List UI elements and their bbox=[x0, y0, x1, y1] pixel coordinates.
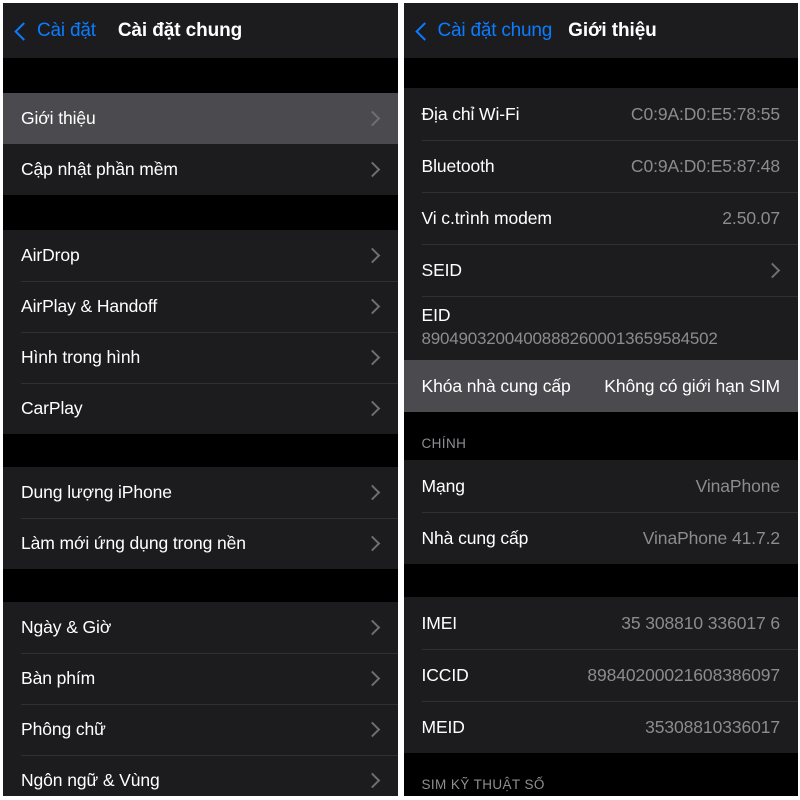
row-value: VinaPhone bbox=[695, 475, 781, 496]
right-screen-about: Cài đặt chung Giới thiệu Địa chỉ Wi-Fi C… bbox=[403, 3, 798, 796]
row-label: EID bbox=[421, 305, 451, 325]
row-label: Bluetooth bbox=[421, 155, 495, 176]
row-label: Giới thiệu bbox=[21, 108, 96, 128]
group-gap-1 bbox=[3, 195, 398, 230]
chevron-right-icon bbox=[364, 298, 380, 315]
chevron-right-icon bbox=[364, 772, 380, 789]
right-back-button[interactable]: Cài đặt chung bbox=[414, 19, 553, 42]
sidebar-item-ban-phim[interactable]: Bàn phím bbox=[3, 653, 398, 704]
chevron-right-icon bbox=[364, 619, 380, 636]
left-group-3: Dung lượng iPhone Làm mới ứng dụng trong… bbox=[3, 467, 398, 569]
row-value: C0:9A:D0:E5:78:55 bbox=[630, 103, 780, 124]
chevron-left-icon bbox=[14, 21, 33, 41]
right-back-label: Cài đặt chung bbox=[437, 19, 553, 41]
left-back-button[interactable]: Cài đặt bbox=[14, 19, 96, 42]
left-screen-general-settings: Cài đặt Cài đặt chung Giới thiệu Cập nhậ… bbox=[3, 3, 398, 796]
row-label: ICCID bbox=[421, 664, 469, 685]
row-label: Nhà cung cấp bbox=[421, 527, 529, 548]
row-label: Làm mới ứng dụng trong nền bbox=[21, 533, 246, 553]
chevron-right-icon bbox=[364, 670, 380, 687]
left-group-2: AirDrop AirPlay & Handoff Hình trong hìn… bbox=[3, 230, 398, 434]
left-group-1: Giới thiệu Cập nhật phần mềm bbox=[3, 93, 398, 195]
sidebar-item-cap-nhat-phan-mem[interactable]: Cập nhật phần mềm bbox=[3, 144, 398, 195]
row-label: CarPlay bbox=[21, 398, 83, 418]
row-imei[interactable]: IMEI 35 308810 336017 6 bbox=[403, 597, 798, 649]
sidebar-item-phong-chu[interactable]: Phông chữ bbox=[3, 704, 398, 755]
sidebar-item-ngon-ngu-vung[interactable]: Ngôn ngữ & Vùng bbox=[3, 755, 398, 796]
row-dia-chi-wifi[interactable]: Địa chỉ Wi-Fi C0:9A:D0:E5:78:55 bbox=[403, 88, 798, 140]
row-bluetooth[interactable]: Bluetooth C0:9A:D0:E5:87:48 bbox=[403, 140, 798, 192]
chevron-right-icon bbox=[764, 262, 781, 278]
sidebar-item-hinh-trong-hinh[interactable]: Hình trong hình bbox=[3, 332, 398, 383]
chevron-right-icon bbox=[364, 400, 380, 417]
row-meid[interactable]: MEID 35308810336017 bbox=[403, 701, 798, 753]
chevron-left-icon bbox=[414, 21, 434, 41]
row-label: Bàn phím bbox=[21, 668, 96, 688]
row-label: Ngày & Giờ bbox=[21, 617, 112, 637]
row-mang[interactable]: Mạng VinaPhone bbox=[403, 460, 798, 512]
left-group-4: Ngày & Giờ Bàn phím Phông chữ Ngôn ngữ &… bbox=[3, 602, 398, 796]
row-label: Địa chỉ Wi-Fi bbox=[421, 103, 520, 124]
row-label: Dung lượng iPhone bbox=[21, 482, 172, 502]
left-page-title: Cài đặt chung bbox=[117, 19, 243, 41]
left-navigation-bar: Cài đặt Cài đặt chung bbox=[3, 3, 398, 58]
right-group-identifiers: Địa chỉ Wi-Fi C0:9A:D0:E5:78:55 Bluetoot… bbox=[403, 88, 798, 412]
row-value: C0:9A:D0:E5:87:48 bbox=[630, 155, 780, 176]
list-top-gap bbox=[3, 58, 398, 93]
row-value: 35308810336017 bbox=[645, 716, 780, 737]
sidebar-item-lam-moi-ung-dung[interactable]: Làm mới ứng dụng trong nền bbox=[3, 518, 398, 569]
right-group-ids: IMEI 35 308810 336017 6 ICCID 8984020002… bbox=[403, 597, 798, 753]
row-value: 89840200021608386097 bbox=[587, 664, 780, 685]
chevron-right-icon bbox=[364, 110, 380, 127]
row-label: Cập nhật phần mềm bbox=[21, 159, 178, 179]
chevron-right-icon bbox=[364, 484, 380, 501]
sidebar-item-airdrop[interactable]: AirDrop bbox=[3, 230, 398, 281]
sidebar-item-ngay-gio[interactable]: Ngày & Giờ bbox=[3, 602, 398, 653]
row-label: Vi c.trình modem bbox=[421, 207, 552, 228]
row-label: Mạng bbox=[421, 475, 465, 496]
sidebar-item-gioi-thieu[interactable]: Giới thiệu bbox=[3, 93, 398, 144]
row-value: 89049032004008882600013659584502 bbox=[421, 329, 718, 348]
row-seid[interactable]: SEID bbox=[403, 244, 798, 296]
left-settings-list[interactable]: Giới thiệu Cập nhật phần mềm AirDrop Air… bbox=[3, 58, 398, 796]
row-label: AirPlay & Handoff bbox=[21, 296, 158, 316]
section-header-sim-ky-thuat-so: SIM KỸ THUẬT SỐ bbox=[403, 753, 798, 796]
right-about-list[interactable]: Địa chỉ Wi-Fi C0:9A:D0:E5:78:55 Bluetoot… bbox=[403, 58, 798, 796]
group-gap-2 bbox=[3, 434, 398, 467]
row-label: Phông chữ bbox=[21, 719, 106, 739]
row-vi-ctrinh-modem[interactable]: Vi c.trình modem 2.50.07 bbox=[403, 192, 798, 244]
row-khoa-nha-cung-cap[interactable]: Khóa nhà cung cấp Không có giới hạn SIM bbox=[403, 360, 798, 412]
chevron-right-icon bbox=[364, 721, 380, 738]
row-label: Ngôn ngữ & Vùng bbox=[21, 770, 160, 790]
chevron-right-icon bbox=[364, 535, 380, 552]
row-value: Không có giới hạn SIM bbox=[604, 375, 780, 396]
right-navigation-bar: Cài đặt chung Giới thiệu bbox=[403, 3, 798, 58]
row-label: AirDrop bbox=[21, 245, 80, 265]
sidebar-item-dung-luong-iphone[interactable]: Dung lượng iPhone bbox=[3, 467, 398, 518]
section-header-chinh: CHÍNH bbox=[403, 412, 798, 460]
row-value: VinaPhone 41.7.2 bbox=[642, 527, 780, 548]
dual-screenshot-container: Cài đặt Cài đặt chung Giới thiệu Cập nhậ… bbox=[0, 0, 800, 800]
row-value: 35 308810 336017 6 bbox=[621, 612, 780, 633]
row-label: IMEI bbox=[421, 612, 458, 633]
chevron-right-icon bbox=[364, 247, 380, 264]
row-label: Khóa nhà cung cấp bbox=[421, 375, 571, 396]
right-list-top-gap bbox=[403, 58, 798, 88]
row-eid[interactable]: EID 89049032004008882600013659584502 bbox=[403, 296, 798, 360]
right-page-title: Giới thiệu bbox=[568, 19, 657, 41]
right-group-gap-1 bbox=[403, 564, 798, 597]
left-back-label: Cài đặt bbox=[37, 19, 96, 41]
row-label: MEID bbox=[421, 716, 465, 737]
group-gap-3 bbox=[3, 569, 398, 602]
row-label: Hình trong hình bbox=[21, 347, 141, 367]
row-label: SEID bbox=[421, 259, 463, 280]
row-nha-cung-cap[interactable]: Nhà cung cấp VinaPhone 41.7.2 bbox=[403, 512, 798, 564]
right-group-chinh: Mạng VinaPhone Nhà cung cấp VinaPhone 41… bbox=[403, 460, 798, 564]
row-iccid[interactable]: ICCID 89840200021608386097 bbox=[403, 649, 798, 701]
sidebar-item-airplay-handoff[interactable]: AirPlay & Handoff bbox=[3, 281, 398, 332]
chevron-right-icon bbox=[364, 161, 380, 178]
row-value: 2.50.07 bbox=[722, 207, 780, 228]
sidebar-item-carplay[interactable]: CarPlay bbox=[3, 383, 398, 434]
chevron-right-icon bbox=[364, 349, 380, 366]
